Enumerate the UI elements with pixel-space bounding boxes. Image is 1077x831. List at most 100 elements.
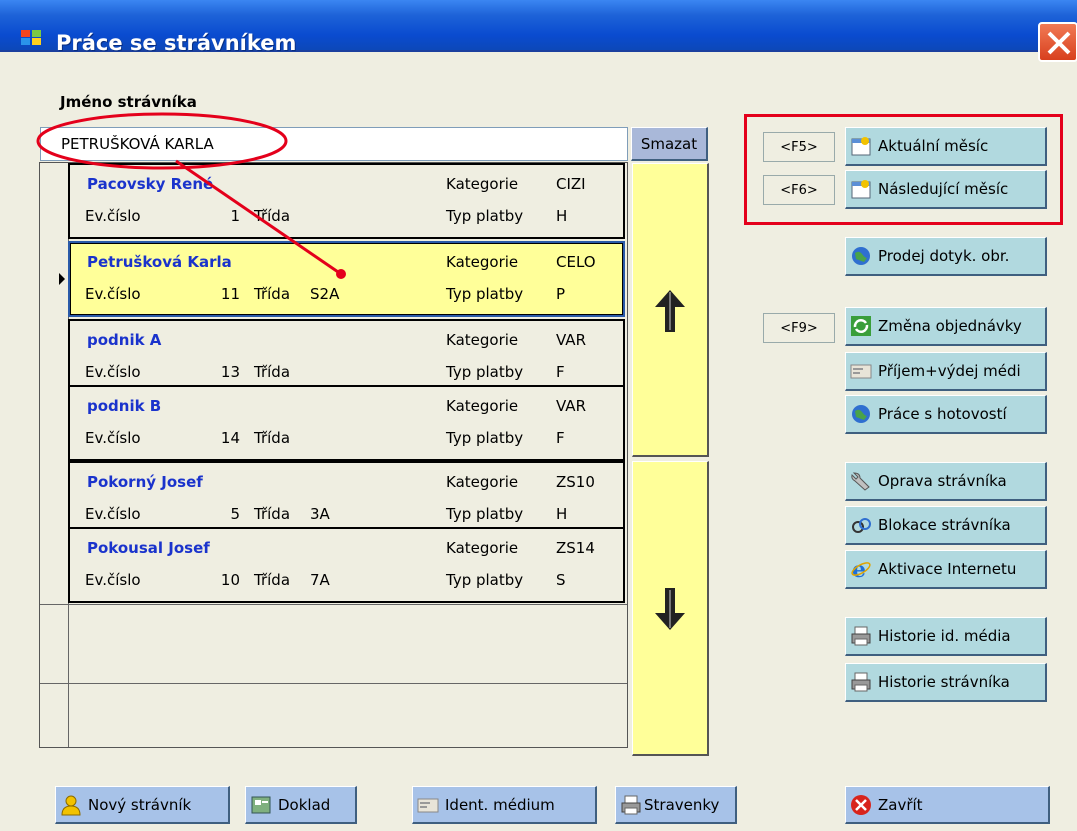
category-value: ZS10	[556, 473, 595, 491]
block-diner-button[interactable]: Blokace strávníka	[845, 506, 1047, 545]
close-label: Zavřít	[878, 795, 923, 814]
payment-type-value: S	[556, 571, 566, 589]
category-label: Kategorie	[446, 473, 519, 491]
category-value: CELO	[556, 253, 596, 271]
window-close-button[interactable]	[1038, 22, 1077, 62]
ev-number-label: Ev.číslo	[85, 571, 141, 589]
payment-type-label: Typ platby	[446, 429, 524, 447]
arrow-down-icon	[655, 588, 685, 630]
media-history-button[interactable]: Historie id. média	[845, 617, 1047, 656]
globe-icon	[852, 247, 870, 265]
category-value: CIZI	[556, 175, 586, 193]
user-icon	[61, 795, 81, 815]
class-label: Třída	[254, 363, 291, 381]
list-item[interactable]: Pacovsky René Kategorie CIZI Ev.číslo 1 …	[68, 163, 625, 239]
cash-work-button[interactable]: Práce s hotovostí	[845, 395, 1047, 434]
annotation-highlight-box	[744, 114, 1063, 225]
payment-type-value: F	[556, 363, 565, 381]
category-label: Kategorie	[446, 397, 519, 415]
name-search-input[interactable]	[40, 127, 628, 161]
row-indicator-column	[40, 163, 69, 747]
windows-logo-icon	[21, 30, 41, 45]
class-value: S2A	[310, 285, 340, 303]
diner-history-button[interactable]: Historie strávníka	[845, 663, 1047, 702]
ev-number-value: 5	[230, 505, 240, 523]
touch-sale-label: Prodej dotyk. obr.	[878, 247, 1010, 265]
payment-type-label: Typ platby	[446, 571, 524, 589]
list-item-selected[interactable]: Petrušková Karla Kategorie CELO Ev.číslo…	[68, 241, 625, 317]
diner-name: Pacovsky René	[87, 175, 214, 193]
media-history-label: Historie id. média	[878, 627, 1011, 645]
receipt-label: Doklad	[278, 795, 331, 814]
internet-activation-button[interactable]: e Aktivace Internetu	[845, 550, 1047, 589]
order-change-button[interactable]: Změna objednávky	[845, 307, 1047, 346]
class-value: 7A	[310, 571, 330, 589]
class-label: Třída	[254, 429, 291, 447]
edit-diner-label: Oprava strávníka	[878, 472, 1007, 490]
card-icon	[417, 798, 439, 812]
payment-type-label: Typ platby	[446, 207, 524, 225]
card-icon	[850, 364, 872, 379]
printer-icon	[621, 795, 641, 814]
scroll-down-button[interactable]	[632, 461, 709, 756]
document-icon	[251, 796, 271, 813]
meal-tickets-label: Stravenky	[644, 795, 720, 814]
close-icon	[851, 794, 871, 815]
diner-name: Pokorný Josef	[87, 473, 203, 491]
category-value: VAR	[556, 331, 586, 349]
receipt-button[interactable]: Doklad	[245, 786, 357, 824]
edit-diner-button[interactable]: Oprava strávníka	[845, 462, 1047, 501]
payment-type-label: Typ platby	[446, 285, 524, 303]
ev-number-label: Ev.číslo	[85, 363, 141, 381]
media-issue-label: Příjem+výdej médi	[878, 362, 1021, 380]
touch-sale-button[interactable]: Prodej dotyk. obr.	[845, 237, 1047, 276]
diner-name: podnik B	[87, 397, 162, 415]
media-issue-button[interactable]: Příjem+výdej médi	[845, 352, 1047, 391]
class-label: Třída	[254, 505, 291, 523]
diner-name: Pokousal Josef	[87, 539, 210, 557]
ev-number-label: Ev.číslo	[85, 207, 141, 225]
diner-list[interactable]: Pacovsky René Kategorie CIZI Ev.číslo 1 …	[39, 162, 628, 748]
printer-icon	[851, 626, 871, 646]
ev-number-value: 1	[230, 207, 240, 225]
ev-number-label: Ev.číslo	[85, 429, 141, 447]
category-label: Kategorie	[446, 539, 519, 557]
name-label: Jméno strávníka	[60, 93, 197, 111]
list-item[interactable]: podnik B Kategorie VAR Ev.číslo 14 Třída…	[68, 385, 625, 461]
ident-medium-label: Ident. médium	[445, 795, 555, 814]
close-button[interactable]: Zavřít	[845, 786, 1050, 824]
new-diner-label: Nový strávník	[88, 795, 192, 814]
current-row-pointer-icon	[59, 273, 65, 285]
ev-number-value: 11	[220, 285, 240, 303]
wrench-icon	[851, 472, 870, 491]
payment-type-label: Typ platby	[446, 505, 524, 523]
ident-medium-button[interactable]: Ident. médium	[412, 786, 597, 824]
category-label: Kategorie	[446, 331, 519, 349]
arrow-up-icon	[655, 290, 685, 332]
diner-name: podnik A	[87, 331, 162, 349]
internet-explorer-icon: e	[851, 558, 871, 580]
class-label: Třída	[254, 207, 291, 225]
ev-number-label: Ev.číslo	[85, 285, 141, 303]
window-title: Práce se strávníkem	[56, 31, 297, 55]
lock-link-icon	[852, 518, 871, 533]
list-item[interactable]: Pokorný Josef Kategorie ZS10 Ev.číslo 5 …	[68, 461, 625, 537]
ev-number-label: Ev.číslo	[85, 505, 141, 523]
refresh-icon	[851, 316, 871, 336]
ev-number-value: 14	[220, 429, 240, 447]
title-bar: Práce se strávníkem	[0, 0, 1077, 62]
new-diner-button[interactable]: Nový strávník	[55, 786, 230, 824]
list-item[interactable]: Pokousal Josef Kategorie ZS14 Ev.číslo 1…	[68, 527, 625, 603]
list-item[interactable]: podnik A Kategorie VAR Ev.číslo 13 Třída…	[68, 319, 625, 395]
category-label: Kategorie	[446, 253, 519, 271]
printer-icon	[851, 672, 871, 692]
payment-type-value: F	[556, 429, 565, 447]
clear-button[interactable]: Smazat	[631, 127, 708, 161]
order-change-label: Změna objednávky	[878, 317, 1022, 335]
class-label: Třída	[254, 571, 291, 589]
scroll-up-button[interactable]	[632, 163, 709, 457]
category-value: VAR	[556, 397, 586, 415]
meal-tickets-button[interactable]: Stravenky	[615, 786, 737, 824]
payment-type-value: P	[556, 285, 566, 303]
close-icon	[1047, 31, 1071, 55]
